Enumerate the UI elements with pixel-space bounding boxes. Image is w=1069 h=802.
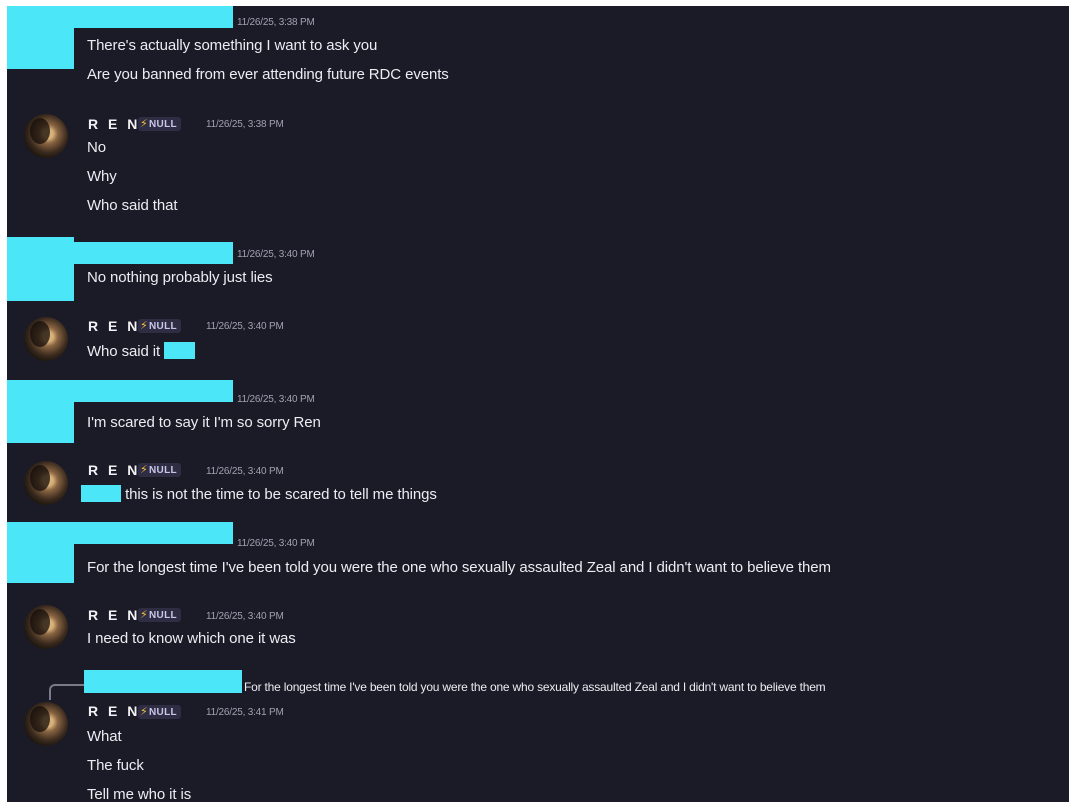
message-line: I need to know which one it was — [87, 630, 296, 647]
redacted-avatar — [7, 237, 74, 301]
message-line: Are you banned from ever attending futur… — [87, 66, 449, 83]
message-timestamp: 11/26/25, 3:40 PM — [237, 394, 315, 405]
username[interactable]: R E N — [88, 607, 140, 623]
username[interactable]: R E N — [88, 462, 140, 478]
lightning-bolt-icon: ⚡ — [140, 609, 149, 621]
redacted-username — [74, 242, 233, 264]
redacted-username — [74, 522, 233, 544]
username[interactable]: R E N — [88, 318, 140, 334]
message-timestamp: 11/26/25, 3:40 PM — [237, 538, 315, 549]
user-tag-badge: ⚡NULL — [138, 319, 181, 333]
redacted-avatar — [7, 6, 74, 69]
lightning-bolt-icon: ⚡ — [140, 464, 149, 476]
redacted-reply-author — [84, 670, 242, 693]
username[interactable]: R E N — [88, 703, 140, 719]
message-line: Who said it — [87, 342, 196, 361]
message-text: Who said it — [87, 343, 161, 360]
username[interactable]: R E N — [88, 116, 140, 132]
user-tag-badge: ⚡NULL — [138, 705, 181, 719]
user-tag-badge: ⚡NULL — [138, 608, 181, 622]
lightning-bolt-icon: ⚡ — [140, 320, 149, 332]
reply-connector — [49, 684, 85, 700]
message-line: The fuck — [87, 757, 144, 774]
message-timestamp: 11/26/25, 3:40 PM — [206, 466, 284, 477]
redacted-avatar — [7, 380, 74, 443]
message-timestamp: 11/26/25, 3:40 PM — [237, 249, 315, 260]
message-timestamp: 11/26/25, 3:38 PM — [206, 119, 284, 130]
user-avatar[interactable] — [24, 317, 68, 361]
message-timestamp: 11/26/25, 3:38 PM — [237, 17, 315, 28]
message-line: There's actually something I want to ask… — [87, 37, 378, 54]
message-line: Who said that — [87, 197, 178, 214]
user-avatar[interactable] — [24, 461, 68, 505]
message-timestamp: 11/26/25, 3:40 PM — [206, 321, 284, 332]
redacted-name — [81, 485, 121, 502]
message-line: this is not the time to be scared to tel… — [81, 485, 437, 504]
redacted-username — [74, 380, 233, 402]
message-line: No — [87, 139, 106, 156]
lightning-bolt-icon: ⚡ — [140, 118, 149, 130]
message-timestamp: 11/26/25, 3:41 PM — [206, 707, 284, 718]
chat-window: 11/26/25, 3:38 PM There's actually somet… — [7, 6, 1069, 802]
message-line: Tell me who it is — [87, 786, 192, 802]
redacted-avatar — [7, 522, 74, 583]
message-line: I'm scared to say it I'm so sorry Ren — [87, 414, 321, 431]
message-line: What — [87, 728, 122, 745]
message-line: No nothing probably just lies — [87, 269, 273, 286]
message-text: this is not the time to be scared to tel… — [125, 486, 437, 503]
user-avatar[interactable] — [24, 114, 68, 158]
message-timestamp: 11/26/25, 3:40 PM — [206, 611, 284, 622]
message-line: For the longest time I've been told you … — [87, 559, 831, 576]
reply-preview[interactable]: For the longest time I've been told you … — [244, 680, 826, 694]
message-line: Why — [87, 168, 117, 185]
user-avatar[interactable] — [24, 605, 68, 649]
redacted-username — [74, 6, 233, 28]
redacted-name — [164, 342, 196, 359]
lightning-bolt-icon: ⚡ — [140, 706, 149, 718]
user-tag-badge: ⚡NULL — [138, 463, 181, 477]
user-tag-badge: ⚡NULL — [138, 117, 181, 131]
user-avatar[interactable] — [24, 702, 68, 746]
